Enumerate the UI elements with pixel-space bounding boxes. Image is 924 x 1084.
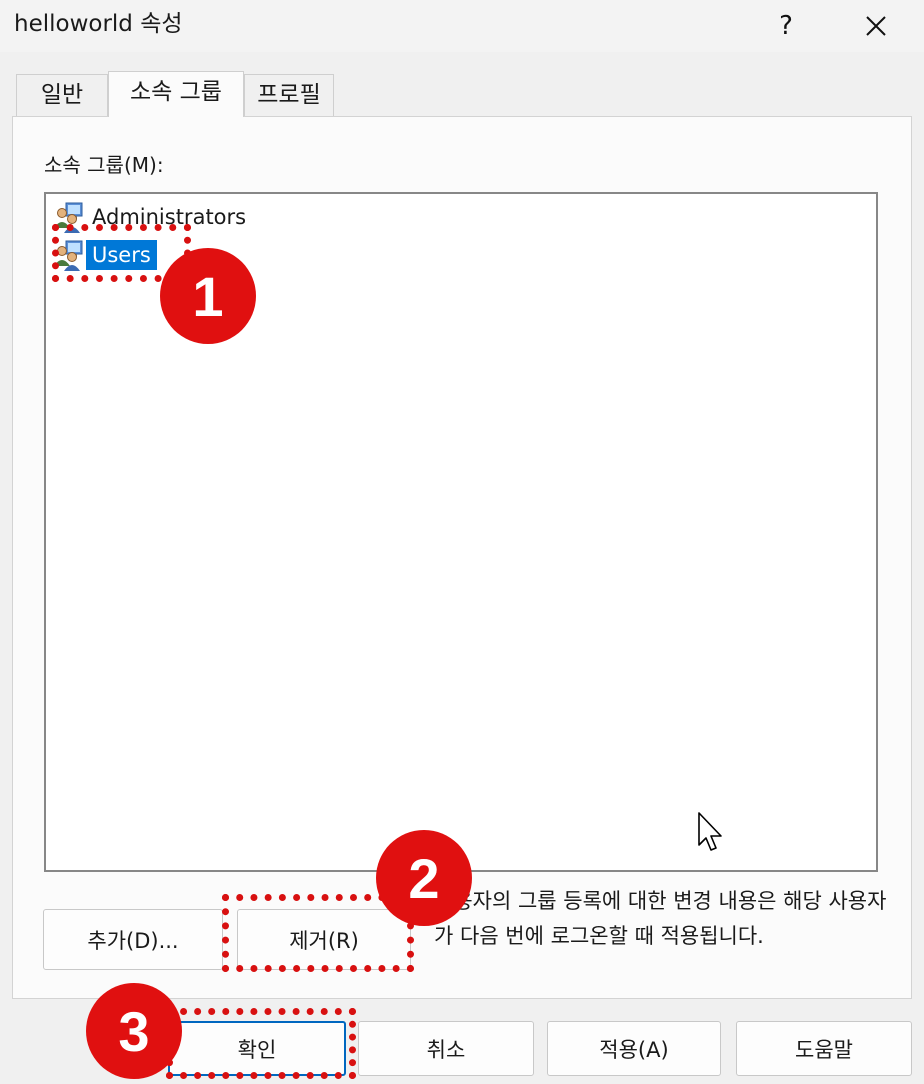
step-badge-3: 3 xyxy=(86,983,182,1079)
tab-profile[interactable]: 프로필 xyxy=(244,74,334,118)
tab-member-of[interactable]: 소속 그룹 xyxy=(108,71,244,117)
list-item-label: Users xyxy=(86,240,157,270)
list-item-administrators[interactable]: Administrators xyxy=(52,200,252,234)
add-button[interactable]: 추가(D)... xyxy=(43,909,223,970)
step-badge-2: 2 xyxy=(376,830,472,926)
group-icon xyxy=(52,238,86,272)
tab-general[interactable]: 일반 xyxy=(16,74,108,118)
apply-button[interactable]: 적용(A) xyxy=(547,1021,721,1076)
member-of-label: 소속 그룹(M): xyxy=(44,153,164,177)
cancel-button[interactable]: 취소 xyxy=(358,1021,534,1076)
list-item-label: Administrators xyxy=(92,205,247,229)
close-button[interactable] xyxy=(840,0,912,52)
group-icon xyxy=(52,200,86,234)
info-text: 사용자의 그룹 등록에 대한 변경 내용은 해당 사용자가 다음 번에 로그온할… xyxy=(434,889,887,948)
list-item-users[interactable]: Users xyxy=(52,238,157,272)
ok-button[interactable]: 확인 xyxy=(168,1021,346,1076)
window-title: helloworld 속성 xyxy=(14,11,183,37)
close-icon xyxy=(866,16,886,36)
help-footer-button[interactable]: 도움말 xyxy=(736,1021,912,1076)
title-bar: helloworld 속성 ? xyxy=(0,0,924,52)
mouse-cursor-icon xyxy=(698,812,722,851)
help-button[interactable]: ? xyxy=(750,0,822,52)
step-badge-1: 1 xyxy=(160,248,256,344)
remove-button[interactable]: 제거(R) xyxy=(237,909,411,970)
